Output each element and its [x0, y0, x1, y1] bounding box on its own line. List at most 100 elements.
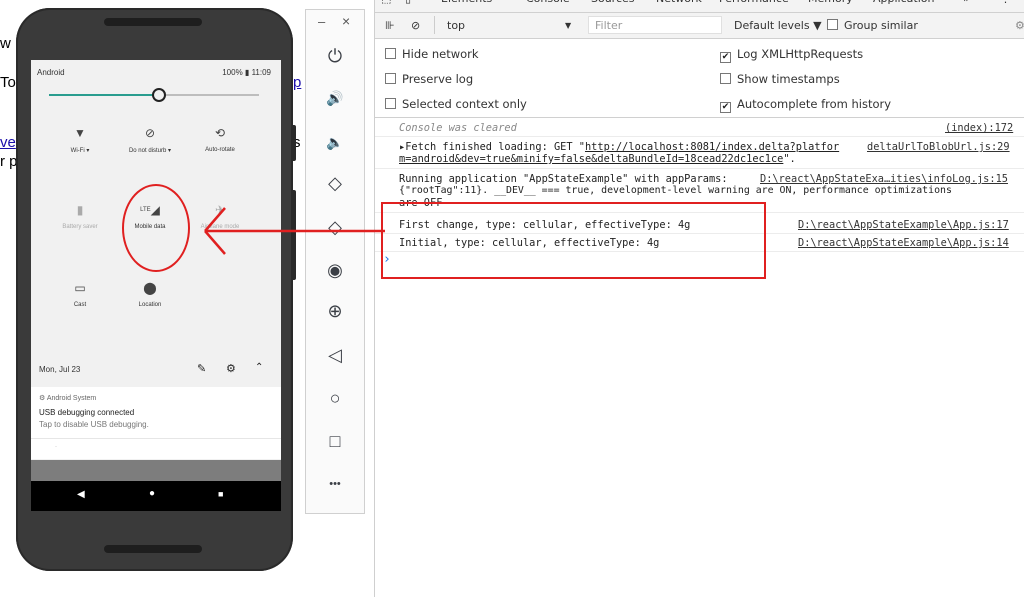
filter-input[interactable]: Filter: [588, 16, 722, 34]
clear-console-icon[interactable]: ⊘: [411, 19, 420, 32]
nav-recents-icon[interactable]: ■: [218, 489, 223, 499]
fetch-url-link-2[interactable]: m=android&dev=true&minify=false&deltaBun…: [399, 153, 783, 165]
notification-header: Mon, Jul 23 ✎ ⚙ ⌃: [31, 353, 281, 385]
context-dropdown-icon[interactable]: ▼: [565, 21, 571, 30]
status-carrier: Android: [37, 68, 65, 77]
phone-screen: Android 100% ▮ 11:09 ▼ Wi-Fi ▾ ⊘ Do not dis…: [31, 60, 281, 510]
bg-text-line2: To: [0, 74, 16, 91]
tab-performance[interactable]: Performance: [719, 0, 789, 5]
phone-speaker-bottom: [104, 545, 202, 553]
nav-back-icon[interactable]: ◀: [77, 489, 85, 500]
android-icon: ⚙: [39, 395, 46, 402]
tab-[interactable]: »: [963, 0, 970, 5]
tab-memory[interactable]: Memory: [808, 0, 853, 5]
checkbox-checked-icon[interactable]: ✔: [720, 52, 731, 63]
option-label: Autocomplete from history: [737, 97, 892, 111]
quick-tile-label: Wi-Fi ▾: [70, 148, 90, 154]
device-toggle-icon[interactable]: ▯: [405, 0, 411, 5]
checkbox-icon[interactable]: [385, 98, 396, 109]
initial-source-link[interactable]: D:\react\AppStateExample\App.js:14: [798, 237, 1009, 249]
fetch-log: ▸Fetch finished loading: GET "http://loc…: [399, 141, 840, 153]
nav-home-icon[interactable]: ●: [149, 488, 155, 499]
location-icon: ⬤: [143, 281, 157, 295]
brightness-slider-knob[interactable]: [152, 88, 166, 102]
close-button[interactable]: ×: [342, 13, 350, 29]
usb-notification[interactable]: ⚙ Android System USB debugging connected…: [31, 387, 281, 459]
option-log-xmlhttprequests[interactable]: ✔ Log XMLHttpRequests: [720, 47, 863, 63]
quick-tile-auto-rotate[interactable]: ⟲ Auto-rotate: [185, 125, 255, 153]
run-log-line2: {"rootTag":11}. __DEV__ === true, develo…: [399, 185, 952, 196]
minimize-button[interactable]: –: [318, 14, 325, 29]
checkbox-icon[interactable]: [385, 48, 396, 59]
fetch-source-link[interactable]: deltaUrlToBlobUrl.js:29: [867, 141, 1010, 153]
overview-icon[interactable]: □: [306, 431, 364, 451]
rotate-left-icon[interactable]: ◇: [306, 173, 364, 193]
checkbox-icon[interactable]: [720, 73, 731, 84]
option-autocomplete-from-history[interactable]: ✔ Autocomplete from history: [720, 97, 891, 113]
checkbox-icon[interactable]: [385, 73, 396, 84]
run-source-link[interactable]: D:\react\AppStateExa…ities\infoLog.js:15: [760, 173, 1008, 185]
back-icon[interactable]: ◁: [306, 345, 364, 365]
cleared-source-link[interactable]: (index):172: [945, 122, 1013, 134]
inspect-icon[interactable]: ⬚: [381, 0, 391, 5]
quick-tile-label: Cast: [73, 302, 87, 308]
levels-dropdown[interactable]: Default levels ▼: [734, 19, 822, 32]
fetch-url-link[interactable]: http://localhost:8081/index.delta?platfo…: [585, 141, 839, 153]
console-toolbar: ⊪ ⊘ top ▼ Filter Default levels ▼ Group …: [375, 13, 1024, 39]
tab-console[interactable]: Console: [526, 0, 570, 5]
settings-gear-icon[interactable]: ⚙: [226, 362, 236, 375]
context-select[interactable]: top: [447, 19, 465, 32]
bg-text-line1: w: [0, 35, 11, 52]
edit-icon[interactable]: ✎: [197, 362, 206, 375]
first-change-source-link[interactable]: D:\react\AppStateExample\App.js:17: [798, 219, 1009, 231]
devtools-tabbar: ⬚ ▯ Elements Console Sources Network Perform…: [375, 0, 1024, 13]
option-label: Selected context only: [402, 97, 527, 111]
option-label: Show timestamps: [737, 72, 840, 86]
home-icon[interactable]: ○: [306, 388, 364, 408]
more-menu-icon[interactable]: ⋮: [1000, 0, 1011, 5]
sidebar-toggle-icon[interactable]: ⊪: [385, 19, 395, 32]
quick-tile-location[interactable]: ⬤ Location: [115, 280, 185, 308]
bg-link-1[interactable]: p: [293, 74, 301, 91]
group-similar-checkbox[interactable]: Group similar: [827, 19, 918, 32]
volume-up-icon[interactable]: 🔊: [306, 88, 364, 108]
quick-tile-do-not-disturb[interactable]: ⊘ Do not disturb ▾: [115, 125, 185, 154]
option-preserve-log[interactable]: Preserve log: [385, 72, 473, 86]
tab-sources[interactable]: Sources: [591, 0, 635, 5]
notification-app: ⚙ Android System: [39, 395, 97, 402]
highlight-circle: [122, 184, 190, 272]
quick-tile-label: Auto-rotate: [205, 147, 235, 153]
option-label: Log XMLHttpRequests: [737, 47, 864, 61]
option-hide-network[interactable]: Hide network: [385, 47, 479, 61]
bg-link-2[interactable]: ve: [0, 134, 16, 151]
quick-tile-wi-fi[interactable]: ▼ Wi-Fi ▾: [45, 125, 115, 154]
toolbar-separator: [434, 16, 435, 34]
option-label: Hide network: [402, 47, 479, 61]
zoom-icon[interactable]: ⊕: [306, 301, 364, 321]
status-battery-time: 100% ▮ 11:09: [222, 68, 271, 77]
console-settings-icon[interactable]: ⚙: [1015, 19, 1024, 32]
quick-tile-cast[interactable]: ▭ Cast: [45, 280, 115, 308]
quick-tile-battery-saver[interactable]: ▮ Battery saver: [45, 202, 115, 230]
power-icon[interactable]: ⏻: [306, 46, 364, 66]
log-separator: [375, 168, 1024, 169]
volume-down-icon[interactable]: 🔈: [306, 132, 364, 152]
tab-elements[interactable]: Elements: [441, 0, 492, 5]
option-selected-context-only[interactable]: Selected context only: [385, 97, 527, 111]
checkbox-checked-icon[interactable]: ✔: [720, 102, 731, 113]
option-show-timestamps[interactable]: Show timestamps: [720, 72, 840, 86]
tab-application[interactable]: Application: [873, 0, 934, 5]
phone-power-button[interactable]: [291, 125, 296, 161]
fetch-log-line2: m=android&dev=true&minify=false&deltaBun…: [399, 153, 796, 165]
arrow-head-bottom: [204, 230, 226, 255]
auto-rotate-icon: ⟲: [214, 126, 226, 140]
notification-divider: [31, 438, 281, 439]
group-similar-box[interactable]: [827, 19, 838, 30]
battery-percent: 100%: [222, 68, 243, 77]
arrow-head-top: [204, 207, 226, 232]
phone-speaker-top: [104, 18, 202, 26]
chevron-up-icon[interactable]: ⌃: [255, 362, 263, 373]
tab-network[interactable]: Network: [656, 0, 702, 5]
notification-title: USB debugging connected: [39, 408, 135, 417]
more-icon[interactable]: •••: [306, 474, 364, 494]
